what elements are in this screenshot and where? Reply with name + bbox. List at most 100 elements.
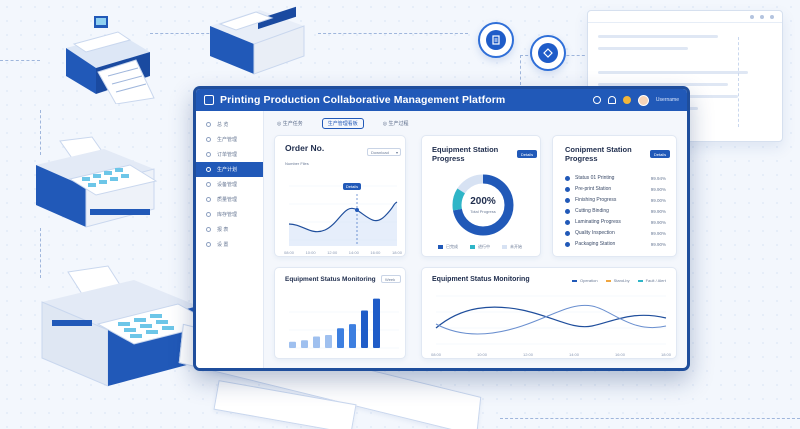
legend-item: Operation bbox=[572, 278, 598, 283]
sidebar-item[interactable]: 报 表 bbox=[196, 222, 263, 237]
list-item-value: 99.90% bbox=[650, 208, 666, 214]
list-item[interactable]: Packaging Station 99.90% bbox=[565, 240, 666, 248]
x-tick-label: 16:00 bbox=[370, 250, 381, 255]
bar bbox=[337, 328, 344, 348]
menu-item-icon bbox=[206, 197, 211, 202]
details-button[interactable]: Details bbox=[650, 150, 670, 158]
status-line-chart: 08:00 10:00 12:00 14:00 16:00 18:00 bbox=[431, 295, 672, 357]
hover-point bbox=[355, 208, 359, 212]
bar bbox=[373, 298, 380, 348]
week-dropdown[interactable]: Week bbox=[381, 275, 401, 283]
connector-line bbox=[318, 33, 468, 34]
series-line-operation bbox=[435, 306, 667, 329]
status-bar-chart bbox=[289, 298, 399, 349]
sidebar-item[interactable]: 质量管理 bbox=[196, 192, 263, 207]
download-dropdown[interactable]: Download ▾ bbox=[367, 148, 401, 156]
list-item[interactable]: Quality Inspection 99.90% bbox=[565, 229, 666, 237]
list-item-label: Packaging Station bbox=[575, 241, 616, 247]
list-item[interactable]: Pre-print Station 99.90% bbox=[565, 185, 666, 193]
legend-label: 进行中 bbox=[478, 244, 490, 249]
status-line-title: Equipment Status Monitoring bbox=[432, 276, 530, 283]
details-button-label: Details bbox=[520, 151, 534, 157]
menu-item-icon bbox=[206, 167, 211, 172]
bar bbox=[313, 336, 320, 348]
tab[interactable]: ◎ 生产过程 bbox=[378, 119, 414, 128]
legend-item: 未开始 bbox=[502, 244, 522, 250]
connector-line bbox=[500, 418, 800, 419]
sidebar-item-label: 订单管理 bbox=[217, 152, 238, 158]
app-window-content: Printing Production Collaborative Manage… bbox=[196, 89, 687, 368]
legend-label: Fault / Alert bbox=[645, 278, 666, 283]
x-tick-label: 14:00 bbox=[349, 250, 360, 255]
sidebar-item-label: 设 置 bbox=[217, 242, 229, 248]
order-line-chart: 08:00 10:00 12:00 14:00 16:00 18:00 bbox=[284, 185, 403, 255]
sidebar-item[interactable]: 生产管理 bbox=[196, 132, 263, 147]
donut-legend: 已完成 进行中 未开始 bbox=[438, 244, 522, 250]
sidebar-item-label: 库存管理 bbox=[217, 212, 238, 218]
status-line-card: Equipment Status Monitoring Operation St… bbox=[421, 267, 677, 359]
panel-line bbox=[598, 71, 748, 74]
legend-label: Operation bbox=[580, 278, 598, 283]
legend-swatch bbox=[637, 279, 643, 282]
order-card: Order No. Number Files Download ▾ 08:00 10… bbox=[274, 135, 406, 257]
menu-item-icon bbox=[206, 182, 211, 187]
tab[interactable]: ◎ 生产任务 bbox=[272, 119, 308, 128]
legend-item: Fault / Alert bbox=[637, 278, 666, 283]
list-item[interactable]: Status 01 Printing 99.94% bbox=[565, 174, 666, 182]
printer-illustration-top-left bbox=[58, 14, 158, 105]
panel-divider bbox=[738, 37, 739, 127]
bullet-icon bbox=[565, 241, 570, 247]
legend-label: 未开始 bbox=[510, 244, 522, 249]
list-item-value: 99.90% bbox=[650, 219, 666, 225]
legend-swatch bbox=[605, 279, 611, 282]
printer-illustration-middle-left bbox=[30, 135, 160, 235]
sidebar-item-label: 质量管理 bbox=[217, 197, 238, 203]
sidebar-item[interactable]: 库存管理 bbox=[196, 207, 263, 222]
bell-icon[interactable] bbox=[607, 96, 616, 104]
search-icon[interactable] bbox=[592, 96, 601, 104]
legend-item: 进行中 bbox=[470, 244, 490, 250]
panel-window-controls bbox=[588, 11, 782, 23]
status-bar-title: Equipment Status Monitoring bbox=[285, 276, 376, 283]
sidebar-item[interactable]: 订单管理 bbox=[196, 147, 263, 162]
station-progress-card: Equipment Station Progress Details 200% … bbox=[421, 135, 541, 257]
tab-bar: ◎ 生产任务 生产管理看板 ◎ 生产过程 bbox=[272, 117, 679, 129]
notification-dot-icon[interactable] bbox=[622, 96, 631, 104]
list-item-label: Status 01 Printing bbox=[575, 175, 615, 181]
x-tick-label: 18:00 bbox=[661, 352, 672, 357]
area-fill bbox=[289, 202, 397, 246]
tab-active[interactable]: 生产管理看板 bbox=[321, 117, 364, 129]
x-tick-label: 12:00 bbox=[523, 352, 534, 357]
bar bbox=[361, 310, 368, 348]
list-item[interactable]: Cutting Binding 99.90% bbox=[565, 207, 666, 215]
menu-item-icon bbox=[206, 152, 211, 157]
user-avatar[interactable] bbox=[637, 94, 649, 106]
bullet-icon bbox=[565, 208, 570, 214]
details-button[interactable]: Details bbox=[517, 150, 537, 158]
legend-swatch bbox=[502, 245, 507, 249]
sidebar-item-active[interactable]: 生产计划 bbox=[196, 162, 263, 177]
x-tick-label: 08:00 bbox=[431, 352, 442, 357]
sidebar-item[interactable]: 设 置 bbox=[196, 237, 263, 252]
list-item-label: Finishing Progress bbox=[575, 197, 617, 203]
x-tick-label: 14:00 bbox=[569, 352, 580, 357]
list-item[interactable]: Laminating Progress 99.90% bbox=[565, 218, 666, 226]
list-item-label: Cutting Binding bbox=[575, 208, 609, 214]
dropdown-label: Download bbox=[371, 149, 389, 155]
panel-line bbox=[598, 35, 718, 38]
sidebar-item[interactable]: 设备管理 bbox=[196, 177, 263, 192]
username-label[interactable]: Username bbox=[656, 97, 679, 103]
sidebar-item[interactable]: 总 览 bbox=[196, 117, 263, 132]
list-item-label: Quality Inspection bbox=[575, 230, 615, 236]
printer-illustration-top-center bbox=[200, 4, 310, 76]
details-button-label: Details bbox=[653, 151, 667, 157]
legend-label: Stand-by bbox=[613, 278, 630, 283]
station-list-card: Conipment Station Progress Details Statu… bbox=[552, 135, 677, 257]
bullet-icon bbox=[565, 197, 570, 203]
legend-swatch bbox=[438, 245, 443, 249]
list-item-value: 99.94% bbox=[650, 175, 666, 181]
bar bbox=[325, 335, 332, 348]
list-item[interactable]: Finishing Progress 99.00% bbox=[565, 196, 666, 204]
legend-swatch bbox=[572, 279, 577, 282]
bullet-icon bbox=[565, 175, 570, 181]
